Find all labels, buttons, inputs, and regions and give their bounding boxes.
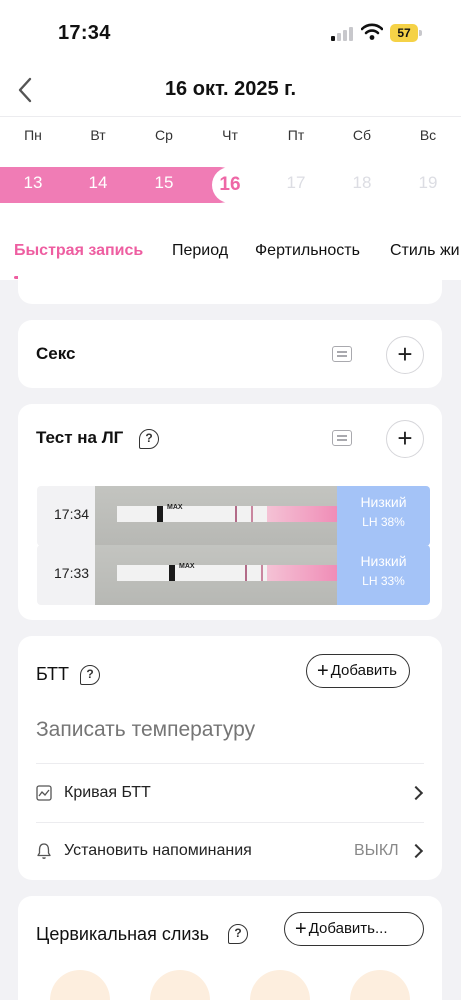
add-btt-button[interactable]: + Добавить (306, 654, 410, 688)
weekday-label: Пн (24, 127, 42, 143)
help-icon[interactable]: ? (80, 665, 100, 685)
tab-lifestyle[interactable]: Стиль жи (390, 242, 460, 260)
calendar-day[interactable]: 13 (13, 173, 53, 193)
test-strip-photo: MAX (95, 486, 337, 546)
battery-icon: 57 (390, 24, 422, 42)
cellular-signal-icon (331, 27, 353, 41)
plus-icon: + (317, 660, 329, 682)
tab-quick-entry[interactable]: Быстрая запись (14, 242, 143, 260)
weekday-label: Вс (419, 127, 437, 143)
calendar-day: 18 (352, 173, 372, 192)
weekday-label: Вт (90, 127, 106, 143)
add-button-label: Добавить (330, 662, 397, 679)
lh-test-card: Тест на ЛГ ? + 17:34 MAX Низкий LH 38% 1… (18, 404, 442, 620)
page-title: 16 окт. 2025 г. (164, 78, 297, 100)
chevron-right-icon (408, 785, 424, 801)
calendar-day[interactable]: 15 (144, 173, 184, 193)
tab-period[interactable]: Период (172, 242, 228, 260)
chart-icon (36, 785, 52, 801)
nav-header: 16 окт. 2025 г. (0, 68, 461, 116)
card-title: Цервикальная слизь (36, 924, 210, 944)
entry-time: 17:34 (54, 506, 90, 522)
chevron-right-icon (408, 843, 424, 859)
strip-max-label: MAX (179, 563, 195, 570)
entry-time: 17:33 (54, 565, 90, 581)
weekday-label: Чт (222, 127, 238, 143)
result-percent: LH 33% (362, 574, 405, 588)
help-icon[interactable]: ? (139, 429, 159, 449)
battery-level: 57 (390, 24, 418, 42)
add-mucus-button[interactable]: + Добавить... (284, 912, 424, 946)
card-title: Секс (36, 344, 76, 363)
strip-max-label: MAX (167, 504, 183, 511)
lh-result-badge: Низкий LH 33% (337, 545, 430, 605)
result-level: Низкий (360, 553, 407, 569)
add-lh-test-button[interactable]: + (386, 420, 424, 458)
calendar-day-selected[interactable]: 16 (212, 167, 248, 203)
weekday-label: Ср (155, 127, 173, 143)
reminder-status: ВЫКЛ (354, 842, 399, 859)
divider (36, 822, 424, 823)
result-percent: LH 38% (362, 515, 405, 529)
lh-entry-row[interactable]: 17:33 MAX Низкий LH 33% (37, 545, 430, 605)
add-sex-button[interactable]: + (386, 336, 424, 374)
calendar-day: 17 (286, 173, 306, 192)
divider (36, 763, 424, 764)
reminder-setting[interactable]: Установить напоминания (64, 842, 252, 860)
add-button-label: Добавить... (308, 920, 388, 937)
card-title: БТТ (36, 664, 69, 684)
tab-fertility[interactable]: Фертильность (255, 242, 360, 260)
note-icon[interactable] (332, 346, 352, 362)
lh-entry-row[interactable]: 17:34 MAX Низкий LH 38% (37, 486, 430, 546)
calendar-day[interactable]: 14 (78, 173, 118, 193)
lh-result-badge: Низкий LH 38% (337, 486, 430, 546)
btt-card: БТТ ? +Добавить Кривая БТТ Установить на… (18, 636, 442, 880)
btt-curve-link[interactable]: Кривая БТТ (64, 784, 151, 802)
help-icon[interactable]: ? (228, 924, 248, 944)
weekday-label: Пт (287, 127, 305, 143)
bell-icon (37, 843, 51, 859)
status-bar: 17:34 57 (0, 0, 461, 68)
plus-icon: + (295, 918, 307, 940)
card-title: Тест на ЛГ (36, 428, 124, 447)
result-level: Низкий (360, 494, 407, 510)
temperature-input[interactable] (36, 718, 416, 742)
sex-card: Секс + (18, 320, 442, 388)
calendar-day: 19 (418, 173, 438, 192)
weekday-label: Сб (352, 127, 372, 143)
note-icon[interactable] (332, 430, 352, 446)
previous-card (18, 270, 442, 304)
status-time: 17:34 (58, 22, 111, 44)
wifi-icon (361, 23, 383, 40)
test-strip-photo: MAX (95, 545, 337, 605)
